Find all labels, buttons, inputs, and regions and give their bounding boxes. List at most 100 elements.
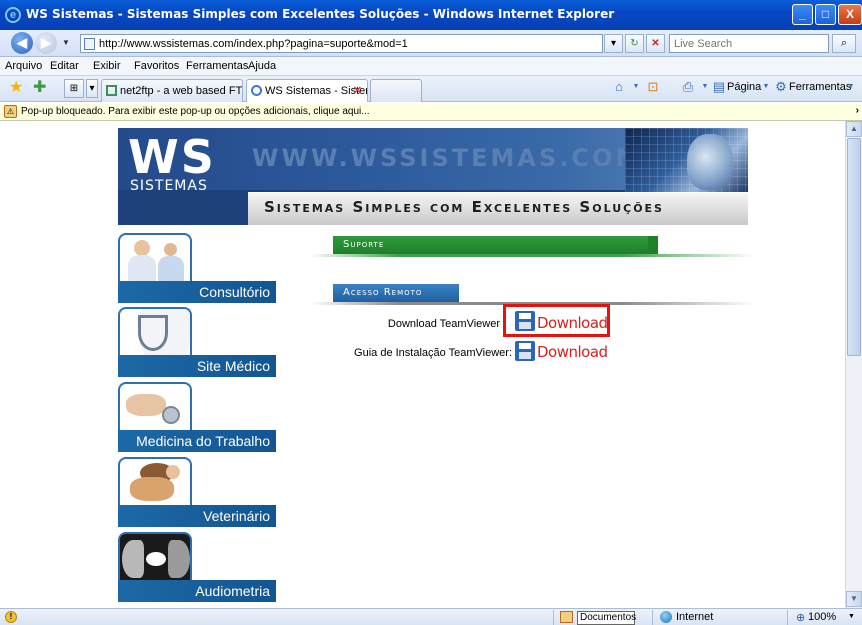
- address-dropdown-icon[interactable]: ▾: [604, 34, 623, 53]
- hands-stethoscope-photo-icon: [118, 382, 192, 430]
- address-field[interactable]: http://www.wssistemas.com/index.php?pagi…: [80, 34, 603, 53]
- section-title-suporte: Suporte: [333, 236, 658, 254]
- menu-ajuda[interactable]: Ajuda: [248, 60, 276, 72]
- scroll-thumb[interactable]: [847, 138, 861, 356]
- home-icon[interactable]: ⌂: [611, 79, 627, 95]
- status-divider: [553, 610, 554, 625]
- window-title: WS Sistemas - Sistemas Simples com Excel…: [26, 7, 615, 21]
- net2ftp-icon: [106, 85, 117, 96]
- close-tab-icon[interactable]: ✕: [353, 84, 362, 97]
- internet-zone-icon: [660, 611, 672, 623]
- page-menu[interactable]: Página: [727, 81, 761, 93]
- guia-instalacao-link[interactable]: Download: [537, 343, 608, 361]
- documents-indicator: Documentos: [577, 611, 636, 625]
- popup-status-icon: [560, 611, 573, 623]
- title-bar: e WS Sistemas - Sistemas Simples com Exc…: [0, 0, 862, 30]
- sidebar-item-veterinario[interactable]: Veterinário: [118, 457, 276, 527]
- floppy-disk-icon[interactable]: [515, 341, 535, 361]
- popup-blocked-icon: ⚠: [4, 105, 17, 118]
- zoom-dropdown-icon[interactable]: ▼: [848, 613, 855, 620]
- tools-menu[interactable]: Ferramentas: [789, 81, 851, 93]
- info-bar-text[interactable]: Pop-up bloqueado. Para exibir este pop-u…: [21, 106, 370, 117]
- minimize-button[interactable]: _: [792, 4, 813, 25]
- tabs-bar: ★ ✚ ⊞ ▾ net2ftp - a web based FTP cli...…: [0, 76, 862, 102]
- scroll-up-icon[interactable]: ▲: [846, 121, 862, 137]
- sidebar-label: Medicina do Trabalho: [118, 430, 276, 452]
- gear-icon: ⚙: [775, 79, 787, 94]
- digital-head: [687, 134, 733, 190]
- tech-face-image: [625, 128, 748, 192]
- feeds-icon[interactable]: ⊡: [645, 79, 661, 95]
- refresh-icon[interactable]: ↻: [625, 34, 644, 53]
- veterinarian-photo-icon: [118, 457, 192, 505]
- tools-dropdown-icon[interactable]: ▼: [843, 79, 859, 95]
- sidebar-label: Veterinário: [118, 505, 276, 527]
- address-toolbar: ◀ ▶ ▼ http://www.wssistemas.com/index.ph…: [0, 30, 862, 57]
- stethoscope-photo-icon: [118, 307, 192, 355]
- search-field[interactable]: [669, 34, 829, 53]
- favorites-star-icon[interactable]: ★: [9, 80, 23, 96]
- menu-favoritos[interactable]: Favoritos: [134, 60, 179, 72]
- tab-label: net2ftp - a web based FTP cli...: [120, 85, 243, 97]
- sidebar-item-consultorio[interactable]: Consultório: [118, 233, 276, 303]
- warning-icon[interactable]: !: [5, 611, 17, 623]
- menu-exibir[interactable]: Exibir: [93, 60, 121, 72]
- sidebar-label: Consultório: [118, 281, 276, 303]
- tab-list-icon[interactable]: ▾: [86, 79, 98, 98]
- sidebar-label: Site Médico: [118, 355, 276, 377]
- menu-ferramentas[interactable]: Ferramentas: [186, 60, 248, 72]
- print-icon[interactable]: ⎙: [680, 79, 696, 95]
- scroll-down-icon[interactable]: ▼: [846, 591, 862, 607]
- info-bar-close-icon[interactable]: ›: [856, 105, 859, 116]
- maximize-button[interactable]: □: [815, 4, 836, 25]
- download-teamviewer-label: Download TeamViewer: [387, 318, 500, 330]
- banner-tagline: Sistemas Simples com Excelentes Soluções: [264, 198, 664, 216]
- add-favorites-icon[interactable]: ✚: [33, 80, 46, 96]
- ie-page-icon: [251, 85, 262, 96]
- stop-icon[interactable]: ✕: [646, 34, 665, 53]
- ws-logo: WS: [128, 130, 216, 184]
- status-divider: [652, 610, 653, 625]
- close-button[interactable]: X: [838, 4, 862, 25]
- doctors-photo-icon: [118, 233, 192, 281]
- menu-editar[interactable]: Editar: [50, 60, 79, 72]
- menu-arquivo[interactable]: Arquivo: [5, 60, 42, 72]
- site-banner: WS Sistemas WWW.WSSISTEMAS.COM Sistemas …: [118, 128, 748, 225]
- search-input[interactable]: [674, 37, 824, 50]
- logo-subtitle: Sistemas: [130, 178, 208, 194]
- page-menu-icon: ▤: [712, 79, 726, 94]
- tab-net2ftp[interactable]: net2ftp - a web based FTP cli...: [101, 79, 243, 102]
- zoom-icon: ⊕: [796, 612, 806, 624]
- forward-button[interactable]: ▶: [35, 32, 57, 54]
- browser-window: e WS Sistemas - Sistemas Simples com Exc…: [0, 0, 862, 625]
- new-tab-button[interactable]: [370, 79, 422, 102]
- tab-ws-sistemas[interactable]: WS Sistemas - Sistemas S... ✕: [246, 79, 368, 102]
- search-icon[interactable]: ⌕: [832, 34, 856, 53]
- banner-url: WWW.WSSISTEMAS.COM: [252, 144, 643, 172]
- highlight-box: [503, 304, 610, 337]
- page-content: WS Sistemas WWW.WSSISTEMAS.COM Sistemas …: [0, 121, 845, 608]
- address-url[interactable]: http://www.wssistemas.com/index.php?pagi…: [99, 38, 408, 50]
- popup-info-bar[interactable]: ⚠ Pop-up bloqueado. Para exibir este pop…: [0, 103, 862, 121]
- subsection-title-acesso-remoto: Acesso Remoto: [333, 284, 459, 302]
- guia-instalacao-label: Guia de Instalação TeamViewer:: [354, 347, 512, 359]
- status-bar: ! Documentos Internet ⊕ 100% ▼: [0, 608, 862, 625]
- zoom-level[interactable]: 100%: [808, 611, 836, 623]
- sidebar-item-medicina-trabalho[interactable]: Medicina do Trabalho: [118, 382, 276, 452]
- home-dropdown-icon[interactable]: ▼: [628, 79, 644, 95]
- section-divider: [310, 254, 755, 257]
- status-divider: [787, 610, 788, 625]
- hearing-photo-icon: [118, 532, 192, 580]
- menu-bar: Arquivo Editar Exibir Favoritos Ferramen…: [0, 57, 862, 76]
- sidebar-item-audiometria[interactable]: Audiometria: [118, 532, 276, 602]
- back-button[interactable]: ◀: [11, 32, 33, 54]
- vertical-scrollbar[interactable]: ▲ ▼: [845, 121, 862, 608]
- security-zone[interactable]: Internet: [676, 611, 713, 623]
- page-dropdown-icon[interactable]: ▼: [758, 79, 774, 95]
- ie-logo-icon: e: [5, 7, 21, 23]
- sidebar-label: Audiometria: [118, 580, 276, 602]
- page-icon: [84, 38, 95, 50]
- history-dropdown-icon[interactable]: ▼: [62, 38, 70, 47]
- sidebar-item-site-medico[interactable]: Site Médico: [118, 307, 276, 377]
- quick-tabs-icon[interactable]: ⊞: [64, 79, 84, 98]
